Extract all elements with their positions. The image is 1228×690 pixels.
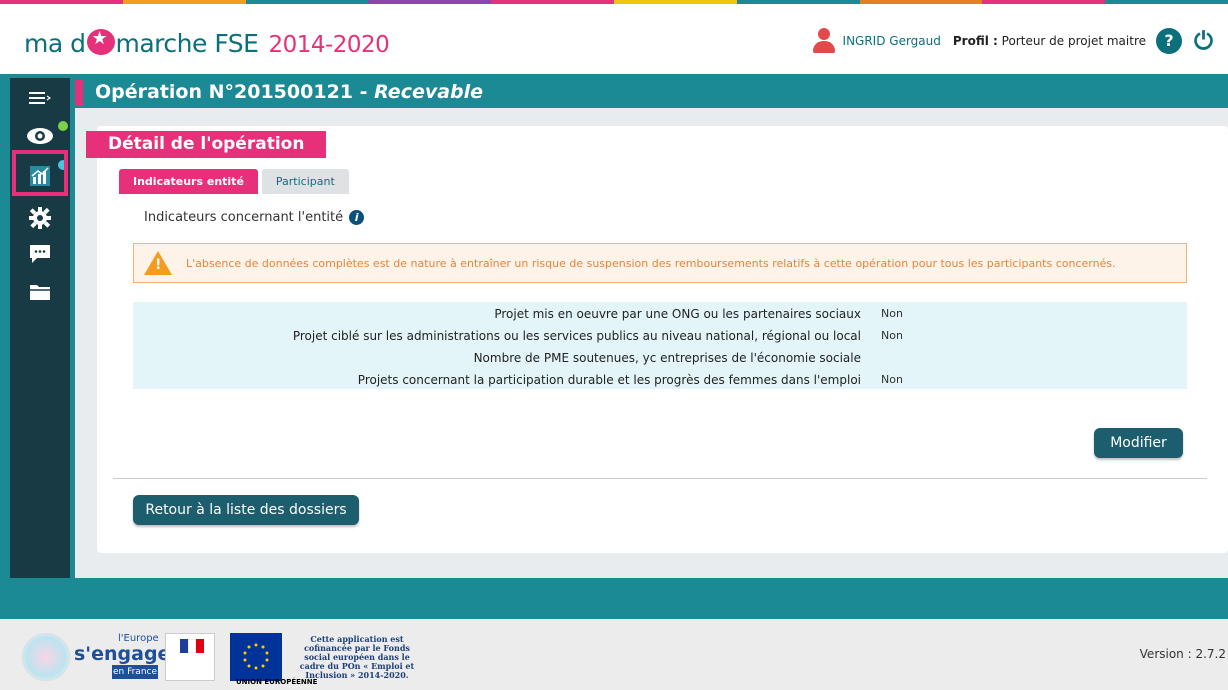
republique-francaise-logo bbox=[165, 633, 215, 681]
footer: l'Europe s'engage en France UNION EUROPÉ… bbox=[0, 619, 1228, 690]
indicators-title: Indicateurs concernant l'entité bbox=[144, 210, 344, 225]
back-to-list-button[interactable]: Retour à la liste des dossiers bbox=[133, 495, 359, 525]
logo-star-icon bbox=[86, 28, 115, 55]
engage-text: s'engage bbox=[74, 643, 171, 665]
user-icon bbox=[812, 28, 835, 54]
logo-years: 2014-2020 bbox=[268, 32, 390, 58]
power-icon[interactable]: ⏻ bbox=[1194, 29, 1216, 53]
operation-title-bar: Opération N°201500121 - Recevable bbox=[75, 78, 1228, 108]
page-title-prefix: Opération N°201500121 - bbox=[95, 81, 375, 103]
menu-toggle-icon[interactable] bbox=[10, 80, 70, 116]
tab-indicateurs-entite[interactable]: Indicateurs entité bbox=[119, 169, 258, 194]
active-menu-highlight bbox=[12, 150, 68, 196]
europe-engage-logo: l'Europe s'engage en France bbox=[74, 633, 170, 681]
page-title: Opération N°201500121 - Recevable bbox=[95, 81, 483, 103]
info-icon[interactable]: i bbox=[349, 210, 365, 225]
warning-alert: ! L'absence de données complètes est de … bbox=[133, 243, 1187, 283]
logo-text-rest: marche FSE bbox=[115, 29, 259, 58]
indicator-value: Non bbox=[881, 329, 903, 342]
eu-flag-icon bbox=[230, 633, 282, 681]
profile-label: Profil : bbox=[952, 34, 998, 48]
indicator-label: Projet mis en oeuvre par une ONG ou les … bbox=[494, 307, 861, 321]
help-icon[interactable]: ? bbox=[1156, 28, 1182, 54]
section-title: Détail de l'opération bbox=[86, 131, 327, 158]
message-icon[interactable] bbox=[10, 236, 70, 272]
user-name[interactable]: INGRID Gergaud bbox=[843, 34, 941, 48]
indicator-value: Non bbox=[881, 307, 903, 320]
table-row: Nombre de PME soutenues, yc entreprises … bbox=[133, 348, 1187, 369]
table-row: Projet ciblé sur les administrations ou … bbox=[133, 326, 1187, 347]
page-title-status: Recevable bbox=[374, 81, 484, 103]
table-row: Projets concernant la participation dura… bbox=[133, 370, 1187, 391]
indicators-heading: Indicateurs concernant l'entité i bbox=[144, 210, 365, 225]
sidebar bbox=[10, 78, 70, 578]
gear-icon[interactable] bbox=[10, 200, 70, 236]
folder-icon[interactable] bbox=[10, 274, 70, 310]
version-text: Version : 2.7.2 bbox=[1139, 647, 1226, 661]
en-france-text: en France bbox=[112, 665, 158, 679]
modify-button[interactable]: Modifier bbox=[1094, 428, 1183, 458]
title-marker bbox=[75, 80, 83, 106]
logo-text-main: ma d bbox=[24, 29, 86, 58]
indicator-label: Projet ciblé sur les administrations ou … bbox=[292, 329, 861, 343]
tab-bar: Indicateurs entité Participant bbox=[119, 169, 353, 194]
indicator-label: Nombre de PME soutenues, yc entreprises … bbox=[473, 351, 861, 365]
indicator-value: Non bbox=[881, 373, 903, 386]
tab-participant[interactable]: Participant bbox=[261, 169, 349, 194]
user-profile: Profil : Porteur de projet maitre bbox=[953, 34, 1146, 48]
table-row: Projet mis en oeuvre par une ONG ou les … bbox=[133, 304, 1187, 325]
app-header: ma d marche FSE 2014-2020 INGRID Gergaud P… bbox=[0, 4, 1228, 74]
partner-logo bbox=[22, 633, 70, 681]
fse-notice: Cette application est cofinancée par le … bbox=[299, 634, 415, 680]
profile-value: Porteur de projet maitre bbox=[1001, 34, 1146, 48]
warning-icon: ! bbox=[144, 251, 172, 275]
alert-text: L'absence de données complètes est de na… bbox=[186, 256, 1116, 270]
user-area: INGRID Gergaud Profil : Porteur de proje… bbox=[812, 28, 1216, 54]
eye-status-dot bbox=[58, 121, 68, 131]
indicator-label: Projets concernant la participation dura… bbox=[357, 373, 861, 387]
divider bbox=[113, 478, 1207, 479]
indicators-table: Projet mis en oeuvre par une ONG ou les … bbox=[133, 302, 1187, 389]
app-logo[interactable]: ma d marche FSE 2014-2020 bbox=[24, 26, 390, 58]
